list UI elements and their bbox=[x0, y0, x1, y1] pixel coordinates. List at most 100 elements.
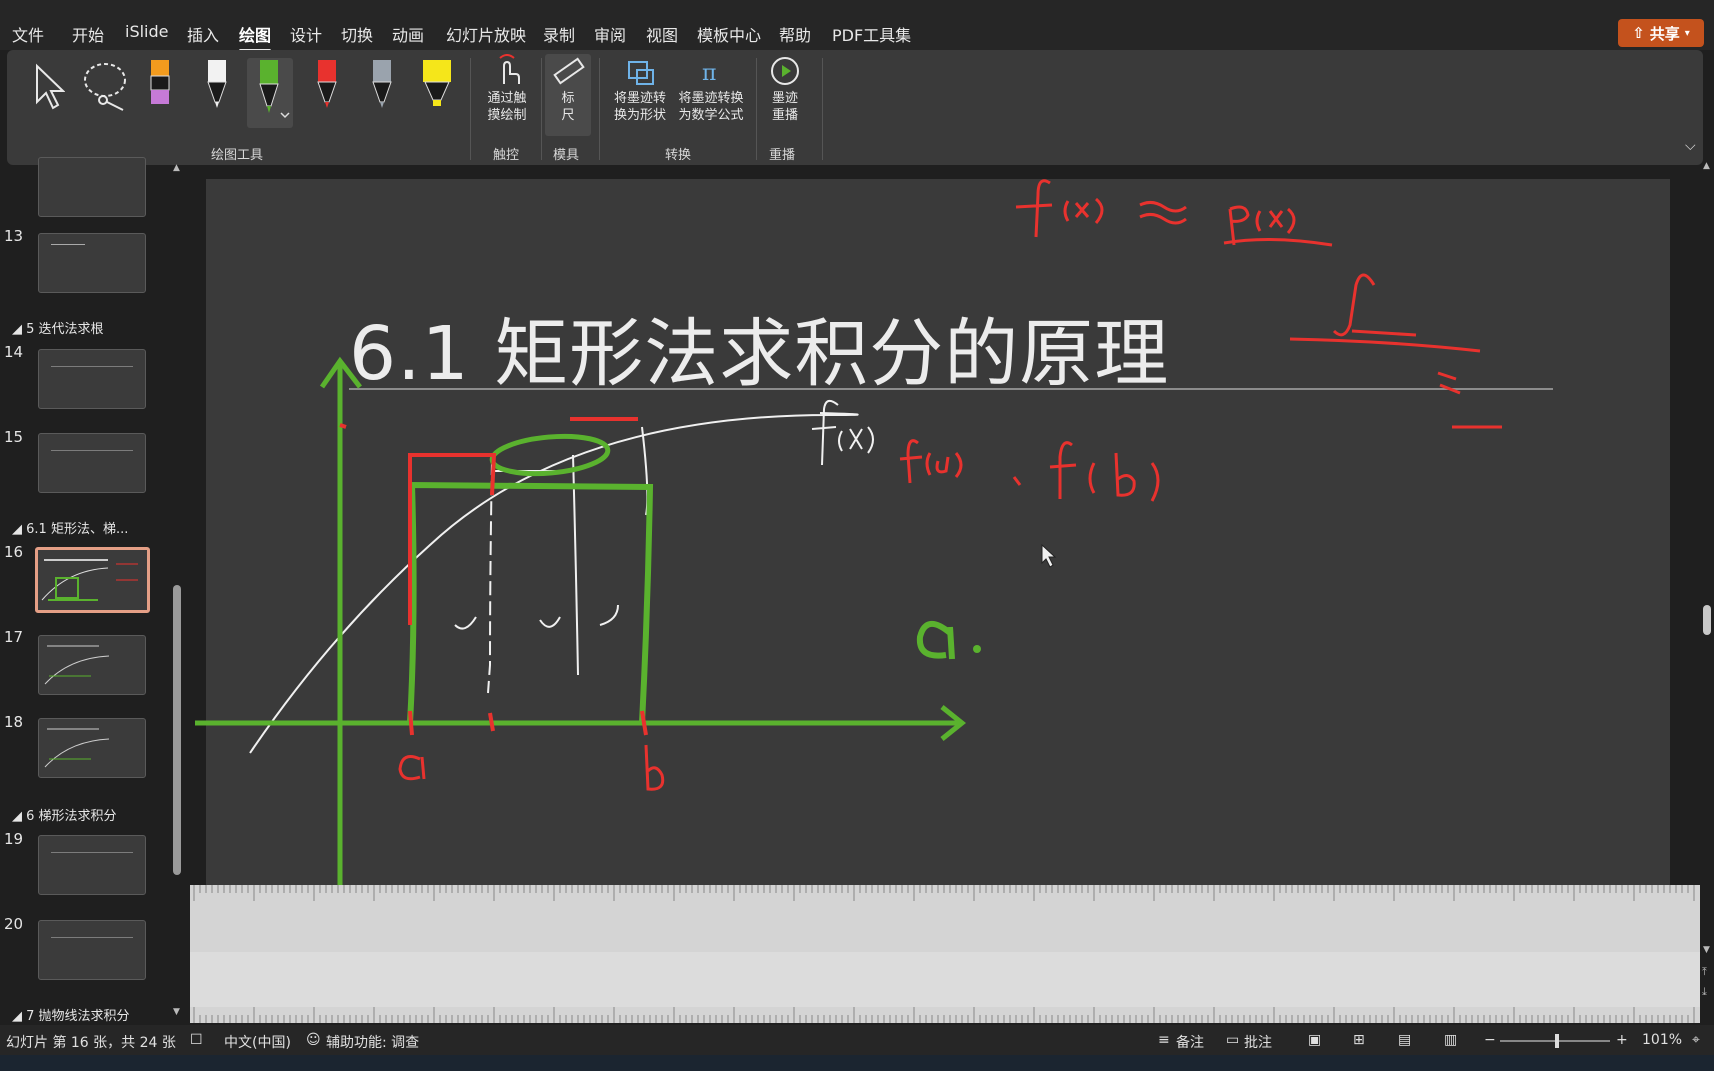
accessibility-status[interactable]: 辅助功能: 调查 bbox=[326, 1032, 419, 1052]
menu-design[interactable]: 设计 bbox=[290, 22, 322, 46]
spellcheck-icon[interactable]: ☐ bbox=[190, 1032, 203, 1048]
menu-view[interactable]: 视图 bbox=[646, 22, 678, 46]
previous-slide-icon[interactable]: ⤒ bbox=[1702, 965, 1707, 979]
pen-gray[interactable] bbox=[364, 58, 400, 118]
menu-pdf-tools[interactable]: PDF工具集 bbox=[832, 22, 911, 46]
section-header[interactable]: ◢ 6.1 矩形法、梯... bbox=[12, 518, 128, 537]
slide-thumbnail-17[interactable] bbox=[38, 635, 146, 695]
pi-icon: π bbox=[702, 61, 716, 86]
chevron-down-icon[interactable]: ⌵ bbox=[1685, 138, 1696, 154]
zoom-slider-thumb[interactable] bbox=[1555, 1034, 1559, 1048]
scrollbar-thumb[interactable] bbox=[1703, 605, 1711, 635]
slide-preview bbox=[41, 559, 138, 601]
ink-line-white bbox=[487, 460, 493, 694]
notes-button[interactable]: 备注 bbox=[1176, 1032, 1204, 1052]
slide-thumbnail-16[interactable] bbox=[35, 547, 150, 613]
ruler-label-1: 标 bbox=[561, 91, 575, 106]
slide-number: 18 bbox=[4, 713, 24, 731]
ink-text-b-red bbox=[644, 744, 665, 791]
ink-mark-white bbox=[454, 616, 477, 630]
ruler-stencil[interactable] bbox=[190, 885, 1700, 1023]
pen-green-icon bbox=[259, 60, 290, 119]
zoom-in-icon[interactable]: + bbox=[1616, 1032, 1628, 1048]
ink-replay-button[interactable]: 墨迹 重播 bbox=[763, 54, 807, 124]
vertical-scrollbar[interactable]: ▲ ▼ ⤒ ⤓ bbox=[1700, 161, 1714, 1023]
menu-record[interactable]: 录制 bbox=[543, 22, 575, 46]
slideshow-icon[interactable]: ▥ bbox=[1444, 1032, 1457, 1048]
mouse-cursor-icon bbox=[1041, 543, 1057, 568]
menu-slideshow[interactable]: 幻灯片放映 bbox=[446, 22, 526, 46]
ink-to-shape-label-2: 换为形状 bbox=[613, 108, 666, 123]
ribbon: 绘图工具 通过触 摸绘制 触控 标 尺 模具 将墨迹转 换为形状 π 将墨迹转换… bbox=[7, 50, 1703, 165]
ink-to-math-label-1: 将墨迹转换 bbox=[678, 91, 744, 106]
ink-replay-label-2: 重播 bbox=[771, 108, 798, 123]
menu-file[interactable]: 文件 bbox=[12, 22, 44, 46]
slide-thumbnail-19[interactable] bbox=[38, 835, 146, 895]
ruler-label-2: 尺 bbox=[561, 108, 575, 123]
comments-icon[interactable]: ▭ bbox=[1226, 1032, 1239, 1048]
ink-red-tick bbox=[408, 710, 414, 736]
normal-view-icon[interactable]: ▣ bbox=[1308, 1032, 1321, 1048]
slide-number: 15 bbox=[4, 428, 24, 446]
menu-islide[interactable]: iSlide bbox=[125, 22, 169, 41]
zoom-level[interactable]: 101% bbox=[1642, 1032, 1682, 1048]
ink-to-math-label-2: 为数学公式 bbox=[678, 108, 744, 123]
select-tool[interactable] bbox=[27, 58, 67, 118]
menu-bar: 文件 开始 iSlide 插入 绘图 设计 切换 动画 幻灯片放映 录制 审阅 … bbox=[0, 0, 1714, 52]
menu-draw[interactable]: 绘图 bbox=[239, 22, 272, 52]
reading-view-icon[interactable]: ▤ bbox=[1398, 1032, 1411, 1048]
touch-draw-button[interactable]: 通过触 摸绘制 bbox=[477, 54, 537, 124]
slide-sorter-icon[interactable]: ⊞ bbox=[1353, 1032, 1365, 1048]
notes-icon[interactable]: ≡ bbox=[1158, 1032, 1170, 1048]
zoom-slider[interactable] bbox=[1500, 1034, 1610, 1048]
zoom-out-icon[interactable]: − bbox=[1484, 1032, 1496, 1048]
scroll-down-icon[interactable]: ▼ bbox=[1703, 945, 1710, 955]
slide-thumbnail-18[interactable] bbox=[38, 718, 146, 778]
ink-to-shape-button[interactable]: 将墨迹转 换为形状 bbox=[610, 54, 670, 124]
slide-editing-area[interactable]: 6.1 矩形法求积分的原理 bbox=[190, 165, 1700, 1023]
pen-red[interactable] bbox=[309, 58, 345, 118]
highlighter-yellow[interactable] bbox=[417, 58, 457, 118]
section-label: 5 迭代法求根 bbox=[26, 322, 104, 337]
slide-thumbnail-13[interactable] bbox=[38, 233, 146, 293]
scroll-up-icon[interactable]: ▲ bbox=[173, 163, 180, 173]
section-header[interactable]: ◢ 7 抛物线法求积分 bbox=[12, 1005, 130, 1024]
scroll-down-icon[interactable]: ▼ bbox=[173, 1007, 180, 1017]
slide-thumbnail-14[interactable] bbox=[38, 349, 146, 409]
pen-green-selected[interactable] bbox=[247, 58, 293, 128]
pen-white[interactable] bbox=[199, 58, 235, 118]
fit-to-window-icon[interactable]: ⌖ bbox=[1692, 1032, 1700, 1048]
menu-transitions[interactable]: 切换 bbox=[341, 22, 373, 46]
accessibility-icon[interactable]: ☺ bbox=[306, 1032, 321, 1048]
next-slide-icon[interactable]: ⤓ bbox=[1702, 985, 1707, 999]
section-header[interactable]: ◢ 6 梯形法求积分 bbox=[12, 805, 117, 824]
ink-red-tick bbox=[488, 712, 495, 732]
comments-button[interactable]: 批注 bbox=[1244, 1032, 1272, 1052]
menu-help[interactable]: 帮助 bbox=[779, 22, 811, 46]
ink-to-shape-icon bbox=[628, 61, 654, 85]
section-header[interactable]: ◢ 5 迭代法求根 bbox=[12, 318, 104, 337]
slide-panel-scrollbar[interactable]: ▲ ▼ bbox=[173, 163, 181, 1017]
ruler-button[interactable]: 标 尺 bbox=[545, 54, 591, 136]
ink-to-math-button[interactable]: π 将墨迹转换 为数学公式 bbox=[674, 54, 748, 124]
menu-animations[interactable]: 动画 bbox=[392, 22, 424, 46]
language-indicator[interactable]: 中文(中国) bbox=[224, 1032, 291, 1052]
menu-insert[interactable]: 插入 bbox=[187, 22, 219, 46]
slide-thumbnail-partial[interactable] bbox=[38, 157, 146, 217]
slide-thumbnail-20[interactable] bbox=[38, 920, 146, 980]
menu-home[interactable]: 开始 bbox=[72, 22, 104, 46]
scroll-up-icon[interactable]: ▲ bbox=[1703, 161, 1710, 171]
touch-draw-label-1: 通过触 bbox=[487, 91, 527, 106]
share-icon: ⇧ bbox=[1632, 24, 1645, 42]
slide-thumbnail-15[interactable] bbox=[38, 433, 146, 493]
pen-orange[interactable] bbox=[142, 58, 178, 118]
menu-template-center[interactable]: 模板中心 bbox=[697, 22, 761, 46]
ink-line-red bbox=[1351, 329, 1417, 337]
lasso-tool[interactable] bbox=[79, 58, 131, 118]
share-button[interactable]: ⇧ 共享 ▾ bbox=[1618, 19, 1704, 47]
menu-review[interactable]: 审阅 bbox=[594, 22, 626, 46]
slide-number: 17 bbox=[4, 628, 24, 646]
scrollbar-thumb[interactable] bbox=[173, 585, 181, 875]
ink-underline-red bbox=[1223, 237, 1333, 247]
ink-line-red bbox=[1289, 337, 1481, 353]
